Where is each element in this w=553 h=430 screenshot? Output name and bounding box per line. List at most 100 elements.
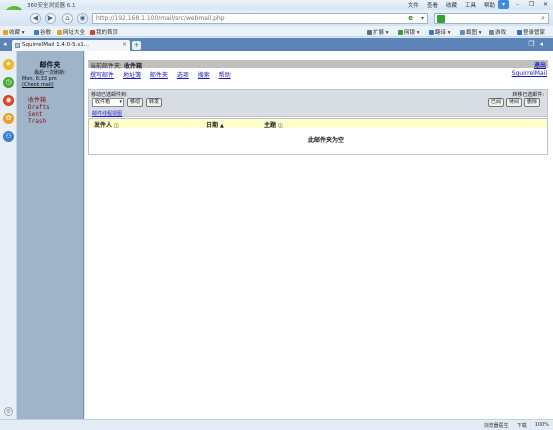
- home-icon[interactable]: ⌂: [62, 13, 73, 24]
- compose-link[interactable]: 撰写邮件: [90, 72, 114, 79]
- check-mail-link[interactable]: (Check mail): [22, 82, 83, 88]
- options-link[interactable]: 选项: [177, 72, 189, 79]
- sort-icon[interactable]: ◫: [114, 123, 119, 129]
- chevron-down-icon: ▾: [119, 99, 122, 105]
- toolbar-label: 截图: [466, 30, 478, 36]
- folder-sent[interactable]: Sent: [28, 111, 83, 118]
- toolbar-games[interactable]: 游戏: [489, 28, 506, 36]
- settings-icon[interactable]: ⚙: [4, 407, 13, 416]
- compat-mode-icon[interactable]: e: [408, 14, 413, 22]
- scissors-icon: [460, 30, 465, 35]
- mark-read-button[interactable]: 已阅: [488, 98, 504, 107]
- translate-icon: [429, 30, 434, 35]
- forward-button[interactable]: 转发: [146, 98, 162, 107]
- sort-asc-icon[interactable]: ▲: [220, 123, 224, 129]
- toolbar-login-manager[interactable]: 登录管家: [517, 28, 545, 36]
- empty-folder-message: 此邮件夹为空: [307, 137, 344, 144]
- menu-tools[interactable]: 工具: [465, 1, 476, 9]
- address-bar[interactable]: http://192.168.1.100/mail/src/webmail.ph…: [92, 13, 428, 24]
- bookmark-label: 网址大全: [63, 30, 86, 36]
- folders-link[interactable]: 邮件夹: [150, 72, 168, 79]
- move-target-select[interactable]: 收件箱 ▾: [92, 98, 124, 107]
- tab-squirrelmail[interactable]: SquirrelMail 1.4.0-5.s1... ×: [12, 40, 130, 51]
- weibo-icon[interactable]: ◉: [3, 95, 14, 106]
- move-button[interactable]: 移动: [127, 98, 143, 107]
- bookmark-label: 收藏: [9, 30, 21, 36]
- tab-back-icon[interactable]: ◂: [3, 40, 7, 48]
- tab-tools-icon[interactable]: ❐◂: [528, 40, 548, 48]
- grid-icon: [367, 30, 372, 35]
- star-favorites-icon[interactable]: ★: [3, 59, 14, 70]
- toolbar-label: 登录管家: [523, 30, 546, 36]
- sort-icon[interactable]: ◫: [278, 123, 283, 129]
- navigation-bar: ◀ ▶ ⌂ ◉ http://192.168.1.100/mail/src/we…: [0, 10, 553, 26]
- message-list-header: 发件人 ◫ 日期 ▲ 主题 ◫: [89, 119, 547, 129]
- close-tab-icon[interactable]: ×: [122, 41, 127, 48]
- column-from-label: 发件人: [94, 122, 113, 129]
- bookmark-label: 我的首页: [96, 30, 119, 36]
- column-subject[interactable]: 主题 ◫: [264, 120, 283, 129]
- apps-icon[interactable]: ✿: [3, 113, 14, 124]
- new-tab-button[interactable]: +: [132, 41, 141, 50]
- window-controls: ▾ – ❐ ✕: [498, 0, 551, 9]
- menu-help[interactable]: 帮助: [484, 1, 495, 9]
- tab-label: SquirrelMail 1.4.0-5.s1...: [22, 42, 89, 48]
- menu-favorites[interactable]: 收藏: [446, 1, 457, 9]
- folder-panel-heading: 邮件夹: [39, 61, 61, 69]
- gamepad-icon: [489, 30, 494, 35]
- status-items: 浏览器医生 下载 100%: [484, 422, 549, 429]
- thread-view-link[interactable]: 邮件线程视图: [92, 110, 122, 117]
- menu-file[interactable]: 文件: [408, 1, 419, 9]
- zoom-level[interactable]: 100%: [535, 422, 549, 429]
- toolbar-ebank[interactable]: 网银 ▾: [398, 28, 420, 36]
- folder-inbox[interactable]: 收件箱: [28, 97, 83, 104]
- forward-icon[interactable]: ▶: [45, 13, 56, 24]
- bookmark-homepage[interactable]: 我的首页: [90, 28, 118, 36]
- browser-doctor[interactable]: 浏览器医生: [484, 422, 509, 429]
- bank-icon: [398, 30, 403, 35]
- restore-button[interactable]: ❐: [526, 0, 537, 9]
- mail-nav: 撰写邮件 地址簿 邮件夹 选项 搜索 帮助: [90, 70, 238, 79]
- column-subject-label: 主题: [264, 122, 277, 129]
- toolbar-screenshot[interactable]: 截图 ▾: [460, 28, 482, 36]
- delete-button[interactable]: 删除: [524, 98, 540, 107]
- search-link[interactable]: 搜索: [198, 72, 210, 79]
- logout-link[interactable]: 退出: [534, 60, 546, 69]
- folder-drafts[interactable]: Drafts: [28, 104, 83, 111]
- toolbar-label: 游戏: [495, 30, 507, 36]
- home-page-icon: [90, 30, 95, 35]
- toolbar-extensions[interactable]: 扩展 ▾: [367, 28, 389, 36]
- url-text[interactable]: http://192.168.1.100/mail/src/webmail.ph…: [96, 15, 225, 22]
- squirrelmail-link[interactable]: SquirrelMail: [512, 70, 547, 77]
- toolbar-translate[interactable]: 翻译 ▾: [429, 28, 451, 36]
- search-icon[interactable]: ⌕: [541, 14, 545, 23]
- folder-trash[interactable]: Trash: [28, 118, 83, 125]
- mark-unread-button[interactable]: 待阅: [506, 98, 522, 107]
- column-from[interactable]: 发件人 ◫: [94, 120, 119, 129]
- chevron-down-icon[interactable]: ▾: [421, 15, 424, 22]
- toolbar-label: 网银: [404, 30, 416, 36]
- toggle-label: 转移已选邮件:: [512, 92, 544, 98]
- feed-icon[interactable]: ⚇: [3, 131, 14, 142]
- help-link[interactable]: 帮助: [219, 72, 231, 79]
- search-engine-icon[interactable]: [437, 15, 445, 23]
- page-icon: [15, 43, 20, 48]
- window-title: 360安全浏览器 6.1: [27, 3, 76, 9]
- menu-view[interactable]: 查看: [427, 1, 438, 9]
- column-date[interactable]: 日期 ▲: [206, 120, 224, 129]
- minimize-button[interactable]: –: [512, 0, 523, 9]
- close-button[interactable]: ✕: [540, 0, 551, 9]
- bookmark-google[interactable]: 谷歌: [34, 28, 51, 36]
- shield-icon[interactable]: ◉: [77, 13, 88, 24]
- search-input[interactable]: ⌕: [434, 13, 549, 24]
- clock-history-icon[interactable]: ◷: [3, 77, 14, 88]
- bookmark-directory[interactable]: 网址大全: [57, 28, 85, 36]
- downloads[interactable]: 下载: [517, 422, 527, 429]
- addresses-link[interactable]: 地址簿: [123, 72, 141, 79]
- skin-icon[interactable]: ▾: [498, 0, 509, 9]
- move-label: 移动已选邮件到:: [91, 92, 128, 98]
- toolbar-label: 翻译: [435, 30, 447, 36]
- bookmark-favorites[interactable]: 收藏 ▾: [3, 28, 25, 36]
- back-icon[interactable]: ◀: [30, 13, 41, 24]
- menu-bar: 文件 查看 收藏 工具 帮助: [408, 1, 495, 9]
